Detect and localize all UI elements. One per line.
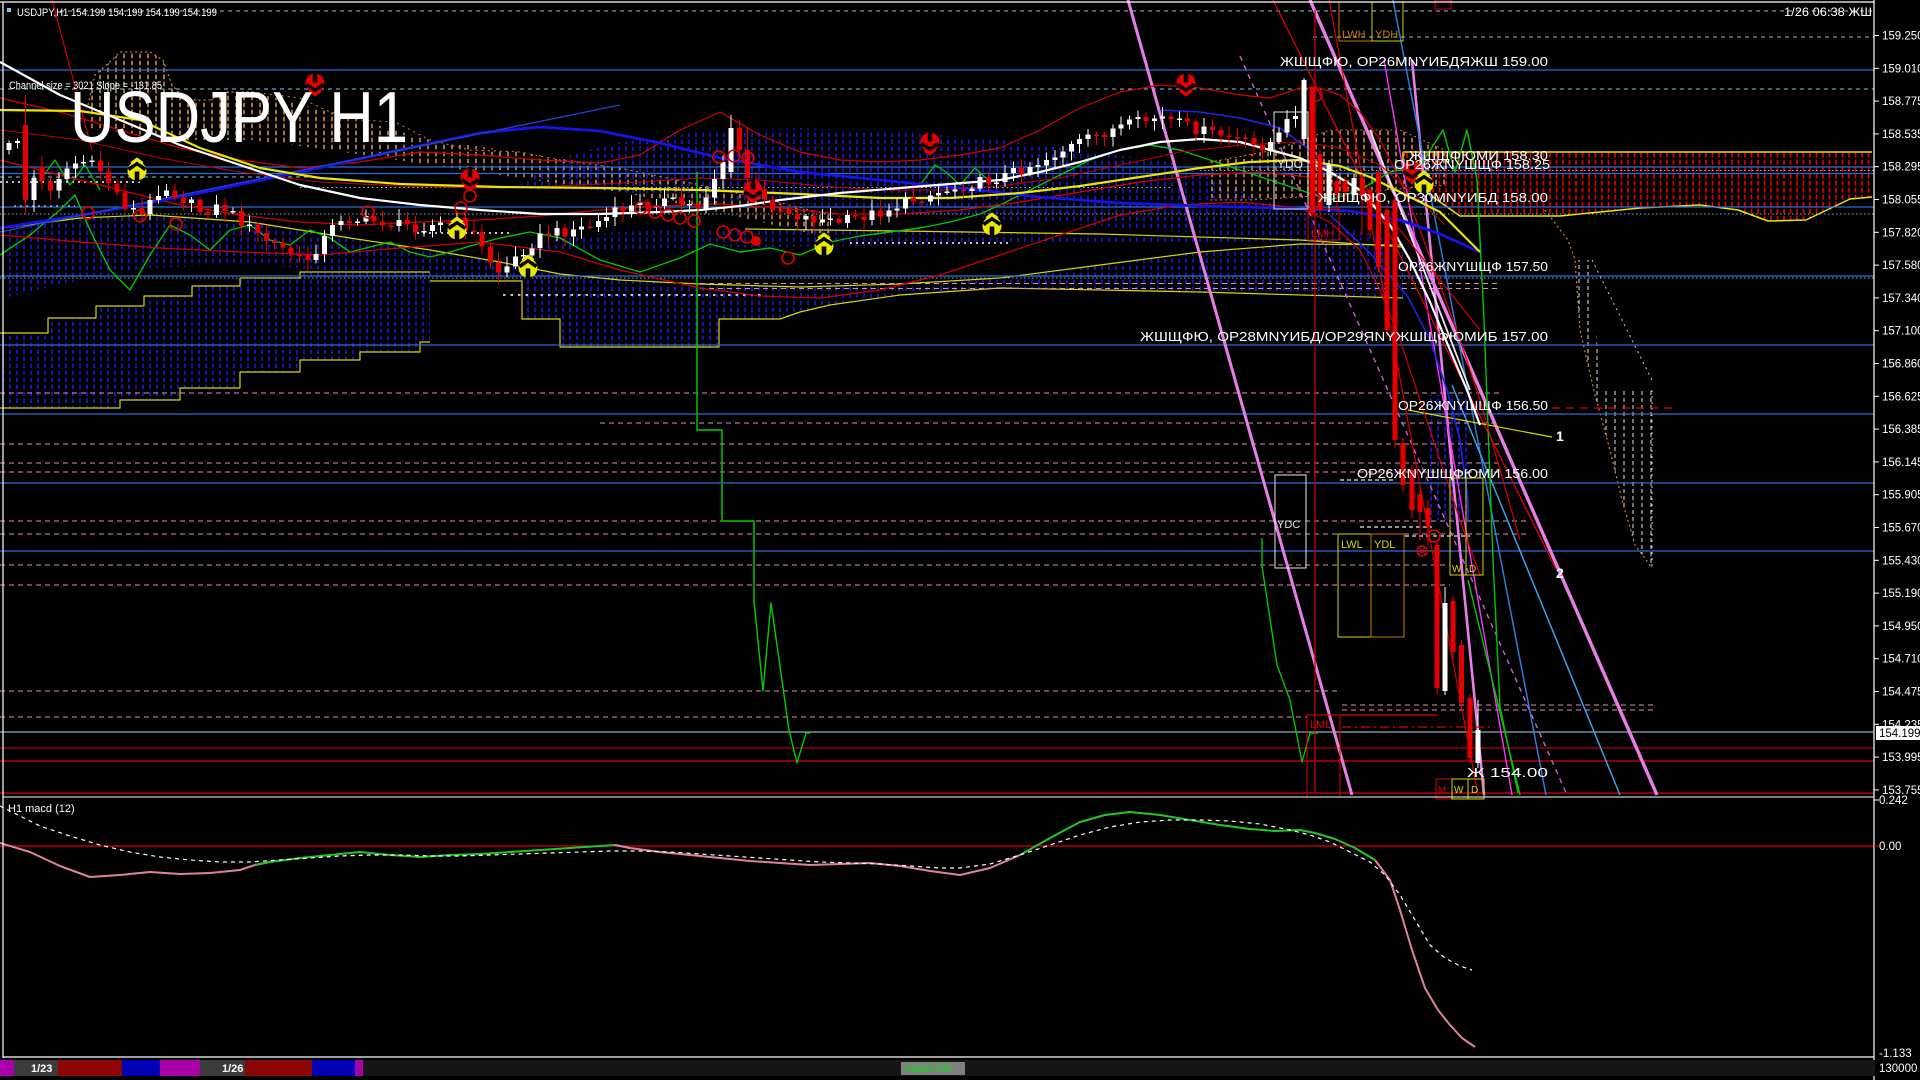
svg-text:158.535: 158.535: [1882, 129, 1920, 141]
svg-text:Channel size = 3021 Slope = -1: Channel size = 3021 Slope = -131.85: [9, 80, 162, 92]
svg-text:159.250: 159.250: [1882, 31, 1920, 43]
svg-text:155.905: 155.905: [1882, 490, 1920, 502]
svg-text:H1 macd (12): H1 macd (12): [8, 803, 75, 815]
svg-text:157.580: 157.580: [1882, 260, 1920, 272]
svg-text:159.010: 159.010: [1882, 63, 1920, 75]
svg-text:154.475: 154.475: [1882, 687, 1920, 699]
svg-text:156.860: 156.860: [1882, 359, 1920, 371]
svg-text:W: W: [1452, 564, 1462, 575]
svg-text:1: 1: [1556, 428, 1564, 444]
svg-text:OP26ЖNYШЩФ 158.25: OP26ЖNYШЩФ 158.25: [1394, 157, 1550, 172]
svg-text:LWH: LWH: [1342, 29, 1366, 41]
svg-text:ЖШЩФЮ, OP28МNYИБД/OP29ЯNYЖШЩФЮ: ЖШЩФЮ, OP28МNYИБД/OP29ЯNYЖШЩФЮМИБ 157.00: [1140, 329, 1548, 344]
svg-text:0.242: 0.242: [1879, 795, 1908, 807]
svg-text:130000: 130000: [1879, 1063, 1917, 1075]
svg-text:YDH: YDH: [1375, 29, 1398, 41]
svg-text:YDL: YDL: [1374, 539, 1395, 551]
svg-text:158.775: 158.775: [1882, 96, 1920, 108]
svg-text:157.100: 157.100: [1882, 326, 1920, 338]
svg-text:LWL: LWL: [1341, 539, 1363, 551]
svg-text:OP26ЖNYШЩФ 157.50: OP26ЖNYШЩФ 157.50: [1398, 259, 1548, 274]
svg-text:154.950: 154.950: [1882, 621, 1920, 633]
svg-text:OP26ЖNYШЩФЮМИ 156.00: OP26ЖNYШЩФЮМИ 156.00: [1357, 466, 1548, 481]
svg-text:156.625: 156.625: [1882, 391, 1920, 403]
svg-text:157.820: 157.820: [1882, 227, 1920, 239]
svg-text:USDJPY,H1 154.199 154.199 154: USDJPY,H1 154.199 154.199 154.199 154.19…: [17, 7, 217, 19]
svg-text:153.995: 153.995: [1882, 752, 1920, 764]
svg-text:0.00: 0.00: [1879, 841, 1901, 853]
svg-text:158.055: 158.055: [1882, 195, 1920, 207]
svg-text:1/26 06:38 ЖШ: 1/26 06:38 ЖШ: [1784, 5, 1872, 19]
svg-text:155.190: 155.190: [1882, 588, 1920, 600]
svg-text:YDC: YDC: [1277, 519, 1300, 531]
svg-text:1/23: 1/23: [31, 1063, 52, 1075]
svg-text:156.385: 156.385: [1882, 424, 1920, 436]
svg-text:Ж 154.00: Ж 154.00: [1467, 765, 1548, 780]
svg-text:W: W: [1454, 785, 1464, 796]
svg-text:1/26: 1/26: [222, 1063, 243, 1075]
svg-text:M: M: [1438, 785, 1446, 796]
svg-text:154.199: 154.199: [1879, 728, 1920, 740]
svg-text:154.710: 154.710: [1882, 654, 1920, 666]
svg-text:ЖШЩФЮ, OP26МNYИБДЯЖШ 159.00: ЖШЩФЮ, OP26МNYИБДЯЖШ 159.00: [1280, 54, 1548, 69]
svg-text:D: D: [1471, 785, 1478, 796]
svg-text:-1.133: -1.133: [1879, 1048, 1912, 1060]
svg-text:ЖШЩФЮ, OP30МNYИБД 158.00: ЖШЩФЮ, OP30МNYИБД 158.00: [1318, 190, 1548, 205]
svg-text:157.340: 157.340: [1882, 293, 1920, 305]
svg-text:D: D: [1469, 564, 1476, 575]
svg-text:158.295: 158.295: [1882, 162, 1920, 174]
svg-text:LML: LML: [1310, 719, 1331, 731]
svg-text:155.670: 155.670: [1882, 523, 1920, 535]
svg-text:macd ON: macd ON: [905, 1063, 952, 1075]
svg-text:2: 2: [1556, 565, 1564, 581]
svg-text:YDO: YDO: [1277, 157, 1303, 171]
svg-text:155.430: 155.430: [1882, 555, 1920, 567]
svg-text:OP26ЖNYШЩФ 156.50: OP26ЖNYШЩФ 156.50: [1398, 398, 1548, 413]
svg-text:156.145: 156.145: [1882, 457, 1920, 469]
